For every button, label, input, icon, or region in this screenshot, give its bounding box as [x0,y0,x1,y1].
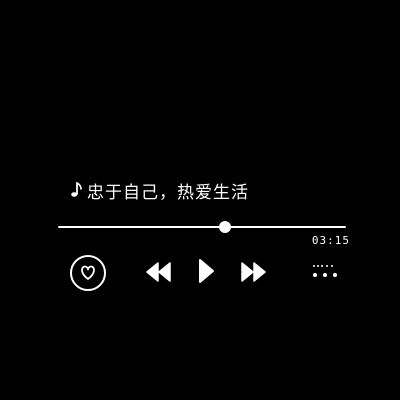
previous-track-button[interactable] [144,259,174,285]
play-icon [194,256,218,286]
like-button[interactable] [68,253,108,293]
song-title: 忠于自己，热爱生活 [68,176,249,204]
rewind-icon [144,259,174,285]
next-track-button[interactable] [238,259,268,285]
music-player-widget: 忠于自己，热爱生活 03:15 [0,0,400,400]
progress-track [58,226,346,228]
music-note-icon [68,180,84,200]
progress-thumb[interactable] [219,221,232,233]
play-button[interactable] [194,256,218,286]
more-options-button[interactable] [308,258,344,284]
time-readout: 03:15 [311,234,350,247]
song-title-text: 忠于自己，热爱生活 [87,182,249,203]
fast-forward-icon [238,259,268,285]
more-dots-icon [308,258,344,284]
heart-in-circle-icon [68,253,108,293]
